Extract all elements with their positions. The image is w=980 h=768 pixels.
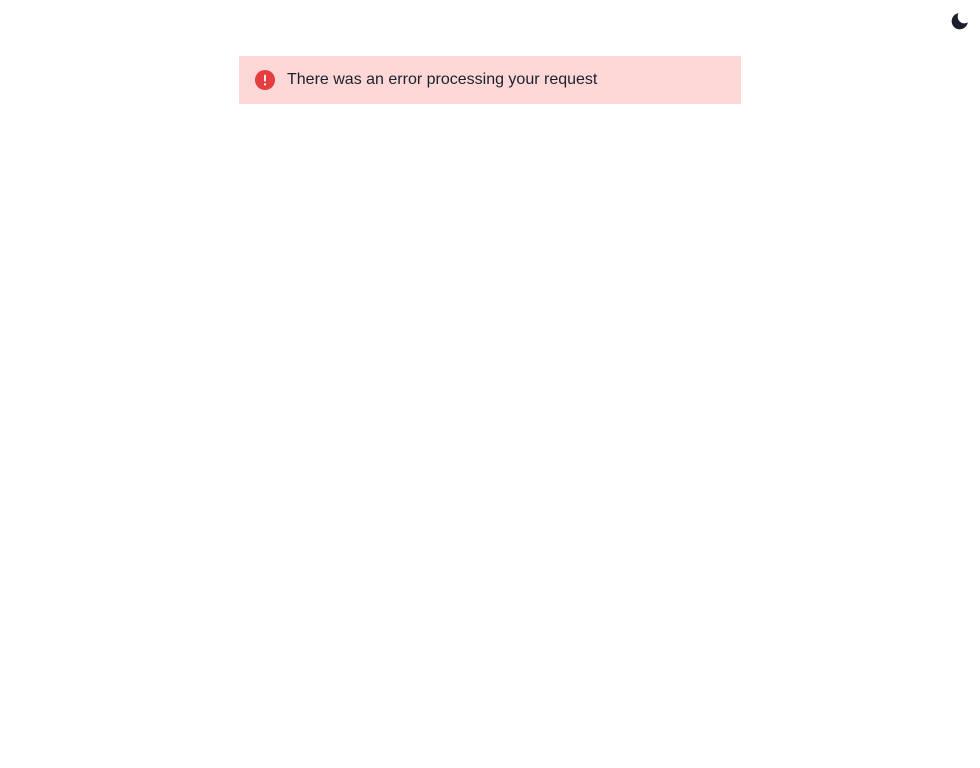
error-alert: There was an error processing your reque… [239, 56, 741, 104]
page: There was an error processing your reque… [0, 0, 980, 768]
theme-toggle-button[interactable] [949, 10, 971, 32]
moon-icon [950, 11, 970, 31]
alert-circle-icon [255, 70, 275, 90]
alert-message: There was an error processing your reque… [287, 71, 598, 88]
